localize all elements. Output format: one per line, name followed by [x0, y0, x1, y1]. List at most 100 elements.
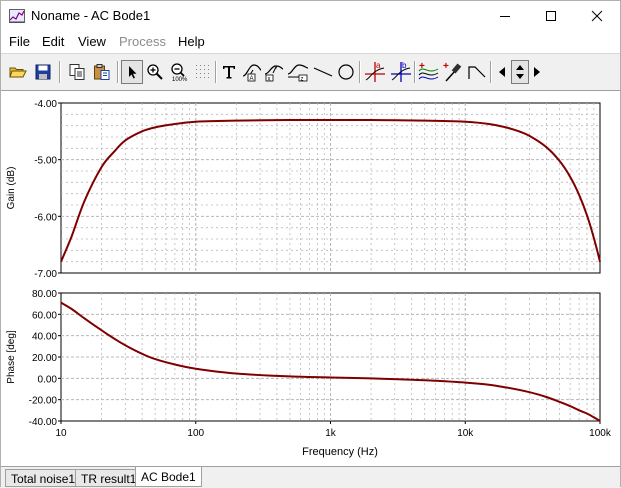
svg-text:a: a	[376, 61, 381, 70]
copy-button[interactable]	[66, 60, 88, 84]
menu-process[interactable]: Process	[119, 34, 166, 49]
add-probe-button[interactable]: +	[442, 60, 464, 84]
curve-label-button[interactable]: A	[241, 60, 263, 84]
curve-marker-button[interactable]: z	[287, 60, 309, 84]
paste-button[interactable]	[91, 60, 113, 84]
pointer-button[interactable]	[121, 60, 143, 84]
minimize-button[interactable]	[482, 1, 528, 31]
x-tick-label: 100k	[589, 428, 612, 439]
maximize-button[interactable]	[528, 1, 574, 31]
minimize-icon	[500, 16, 510, 17]
scroll-left-button[interactable]	[495, 60, 509, 84]
curve-label-2-button[interactable]: x	[263, 60, 285, 84]
document-tabs: Total noise1 TR result1 AC Bode1	[1, 466, 620, 488]
grid-select-icon	[196, 65, 209, 78]
scroll-up-down-button[interactable]	[511, 60, 529, 84]
save-icon	[35, 64, 51, 80]
close-icon	[591, 10, 603, 22]
svg-text:x: x	[268, 77, 271, 83]
x-tick-label: 10k	[457, 428, 474, 439]
x-tick-label: 10	[55, 428, 67, 439]
window-title: Noname - AC Bode1	[31, 8, 151, 23]
copy-icon	[69, 64, 85, 80]
tab-ac-bode[interactable]: AC Bode1	[135, 467, 202, 487]
curve-marker-icon: z	[287, 64, 309, 83]
y-tick-label: 60.00	[32, 310, 57, 321]
bode-plot-area[interactable]: -4.00 -5.00 -6.00 -7.00 Gain (dB) 80.00 60.0…	[1, 91, 620, 466]
arrow-left-icon	[499, 67, 505, 77]
y-tick-label: 80.00	[32, 289, 57, 300]
save-button[interactable]	[32, 60, 54, 84]
menu-view[interactable]: View	[78, 34, 106, 49]
cursor-a-button[interactable]: a	[364, 60, 386, 84]
cursor-a-icon: a	[365, 61, 385, 82]
x-axis-label: Frequency (Hz)	[302, 446, 378, 458]
x-tick-label: 100	[187, 428, 204, 439]
y-tick-label: -6.00	[34, 212, 57, 223]
text-button[interactable]	[218, 60, 240, 84]
app-icon	[9, 9, 25, 23]
curve-label-icon: A	[242, 64, 262, 82]
add-curve-icon: +	[418, 61, 439, 80]
zoom-in-icon	[147, 64, 163, 80]
curve-label-2-icon: x	[264, 65, 284, 83]
toolbar: 100% A x z a b + +	[1, 53, 620, 91]
svg-text:A: A	[250, 76, 254, 82]
svg-text:+: +	[443, 61, 449, 72]
phase-y-axis-label: Phase [deg]	[6, 330, 17, 384]
bode-plot[interactable]: -4.00 -5.00 -6.00 -7.00 Gain (dB) 80.00 60.0…	[1, 91, 620, 466]
gain-y-tick-labels: -4.00 -5.00 -6.00 -7.00	[34, 99, 61, 280]
ellipse-button[interactable]	[335, 60, 357, 84]
grid-select-button[interactable]	[192, 60, 214, 84]
y-tick-label: -4.00	[34, 99, 57, 110]
cursor-b-button[interactable]: b	[390, 60, 412, 84]
menu-bar: File Edit View Process Help	[1, 31, 620, 53]
y-tick-label: 0.00	[38, 374, 58, 385]
cursor-b-icon: b	[391, 61, 411, 82]
arrow-up-down-icon	[516, 65, 524, 79]
y-tick-label: -40.00	[29, 417, 58, 428]
add-probe-icon: +	[443, 61, 462, 82]
toolbar-separator	[117, 61, 119, 83]
phase-x-tick-labels: 10 100 1k 10k 100k	[55, 421, 612, 439]
toolbar-separator	[414, 61, 416, 83]
menu-file[interactable]: File	[9, 34, 30, 49]
open-button[interactable]	[7, 60, 29, 84]
y-tick-label: 40.00	[32, 332, 57, 343]
title-bar: Noname - AC Bode1	[1, 1, 620, 31]
y-tick-label: 20.00	[32, 353, 57, 364]
toolbar-separator	[490, 61, 492, 83]
toolbar-separator	[215, 61, 217, 83]
svg-text:b: b	[402, 61, 407, 70]
tab-tr-result[interactable]: TR result1	[75, 469, 143, 487]
menu-help[interactable]: Help	[178, 34, 205, 49]
svg-text:100%: 100%	[172, 77, 188, 82]
maximize-icon	[546, 11, 556, 21]
text-icon	[223, 66, 235, 79]
close-button[interactable]	[574, 1, 620, 31]
gain-y-axis-label: Gain (dB)	[6, 167, 17, 210]
phase-y-tick-labels: 80.00 60.00 40.00 20.00 0.00 -20.00 -40.00	[29, 289, 61, 428]
ellipse-icon	[338, 64, 354, 80]
zoom-100-button[interactable]: 100%	[168, 60, 190, 84]
menu-edit[interactable]: Edit	[42, 34, 64, 49]
y-tick-label: -20.00	[29, 396, 58, 407]
y-tick-label: -7.00	[34, 269, 57, 280]
app-window: Noname - AC Bode1 File Edit View Process…	[0, 0, 621, 488]
line-icon	[313, 67, 333, 77]
scroll-right-button[interactable]	[530, 60, 544, 84]
open-folder-icon	[9, 67, 27, 78]
add-curve-button[interactable]: +	[418, 60, 440, 84]
tab-total-noise[interactable]: Total noise1	[5, 469, 82, 487]
toolbar-separator	[59, 61, 61, 83]
svg-text:z: z	[301, 77, 304, 83]
arrow-right-icon	[534, 67, 540, 77]
phase-chart: 80.0060.0040.0020.000.00-20.00-40.00 10 1…	[6, 289, 612, 458]
y-tick-label: -5.00	[34, 156, 57, 167]
x-tick-label: 1k	[325, 428, 337, 439]
tangent-icon	[468, 66, 486, 79]
tangent-button[interactable]	[466, 60, 488, 84]
pointer-icon	[129, 66, 137, 79]
zoom-in-button[interactable]	[144, 60, 166, 84]
line-button[interactable]	[312, 60, 334, 84]
